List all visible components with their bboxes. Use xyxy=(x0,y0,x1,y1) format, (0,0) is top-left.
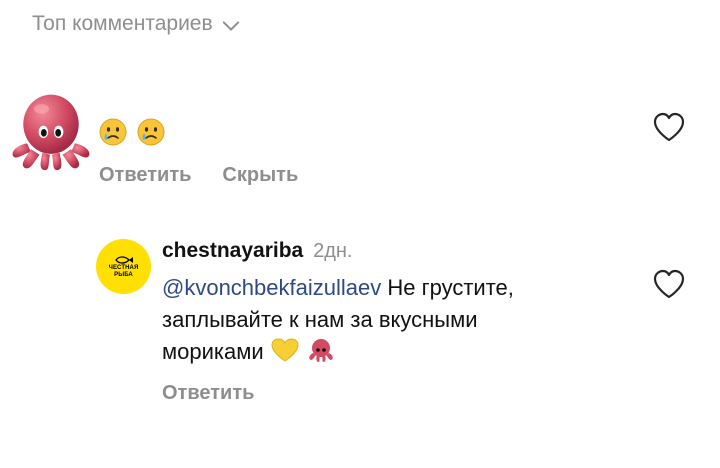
like-heart-icon[interactable] xyxy=(652,111,686,143)
reply-text: @kvonchbekfaizullaev Не грустите, заплыв… xyxy=(162,272,612,368)
crying-face-icon xyxy=(99,118,127,146)
reply-button[interactable]: Ответить xyxy=(99,164,191,187)
octopus-icon xyxy=(309,339,333,362)
reply-text-line-2: заплывайте к нам за вкусными xyxy=(162,307,478,332)
reply-actions: Ответить xyxy=(162,382,254,405)
reply-button[interactable]: Ответить xyxy=(162,382,254,404)
comment-body xyxy=(98,114,166,150)
octopus-avatar[interactable] xyxy=(8,86,94,172)
avatar-brand-text: РЫБА xyxy=(114,271,133,278)
reply-username[interactable]: chestnayariba xyxy=(162,239,303,262)
sort-label: Топ комментариев xyxy=(32,12,213,35)
comment-emojis xyxy=(98,114,166,150)
reply-header: chestnayariba 2дн. xyxy=(162,236,612,266)
comment-actions: Ответить Скрыть xyxy=(99,164,298,187)
crying-face-icon xyxy=(137,118,165,146)
reply-comment: chestnayariba 2дн. @kvonchbekfaizullaev … xyxy=(162,236,612,368)
mention-link[interactable]: @kvonchbekfaizullaev xyxy=(162,275,381,300)
reply-timestamp: 2дн. xyxy=(313,240,353,262)
chevron-down-icon xyxy=(222,20,239,31)
like-heart-icon[interactable] xyxy=(652,268,686,300)
reply-text-line-3: мориками xyxy=(162,339,264,364)
yellow-heart-icon xyxy=(271,338,299,362)
avatar-brand-text: ЧЕСТНАЯ xyxy=(108,264,139,271)
reply-text-line-1: Не грустите, xyxy=(381,275,514,300)
sort-comments-dropdown[interactable]: Топ комментариев xyxy=(32,9,240,39)
chestnayariba-avatar[interactable]: ЧЕСТНАЯ РЫБА xyxy=(96,239,151,294)
fish-logo-icon xyxy=(114,255,133,264)
hide-button[interactable]: Скрыть xyxy=(222,164,298,187)
